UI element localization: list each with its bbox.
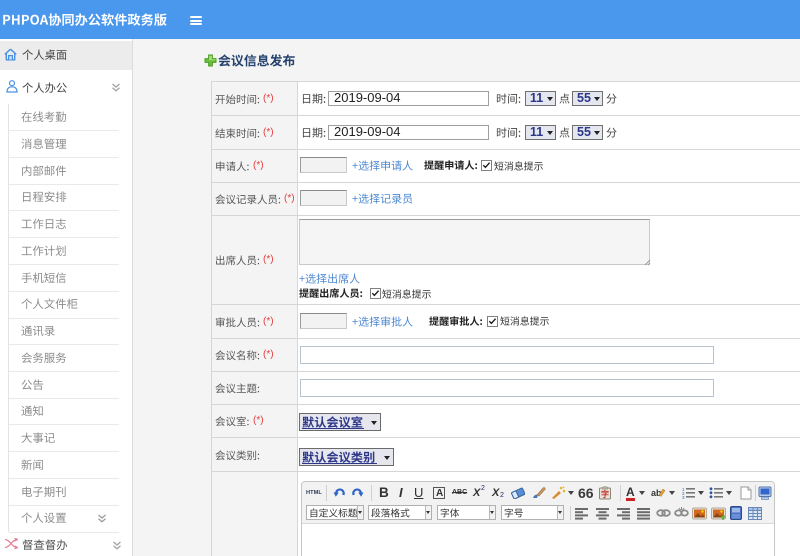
svg-text:3: 3 <box>682 495 685 499</box>
svg-text:字: 字 <box>601 489 609 499</box>
